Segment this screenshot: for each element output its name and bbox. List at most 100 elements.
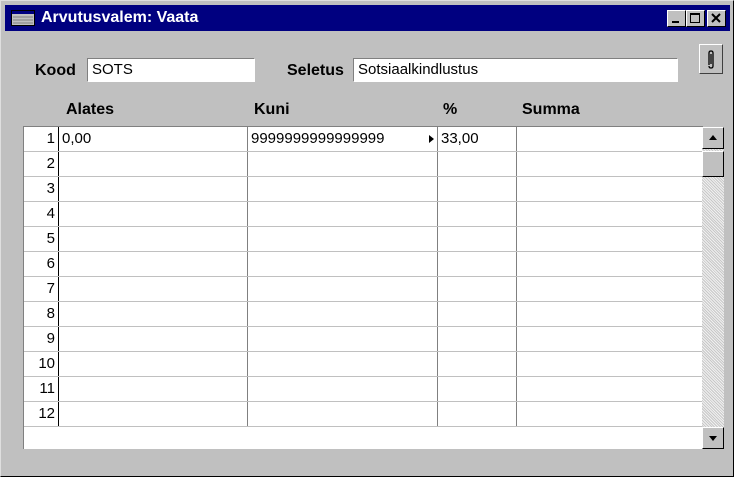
table-row[interactable]: 1 0,00 9999999999999999 33,00	[24, 127, 702, 152]
column-header-percent: %	[443, 101, 458, 118]
kuni-cell[interactable]	[248, 352, 438, 376]
kuni-cell[interactable]	[248, 402, 438, 426]
window-title: Arvutusvalem: Vaata	[41, 9, 199, 26]
kuni-cell[interactable]	[248, 177, 438, 201]
alates-cell[interactable]	[59, 152, 248, 176]
kuni-cell[interactable]	[248, 302, 438, 326]
close-icon	[711, 13, 721, 23]
scroll-up-button[interactable]	[702, 127, 724, 149]
percent-cell[interactable]	[438, 402, 517, 426]
column-header-alates: Alates	[66, 101, 115, 118]
percent-cell[interactable]	[438, 252, 517, 276]
table-row[interactable]: 7	[24, 277, 702, 302]
column-header-kuni: Kuni	[254, 101, 290, 118]
alates-cell[interactable]	[59, 177, 248, 201]
row-number: 2	[24, 152, 59, 176]
percent-cell[interactable]	[438, 277, 517, 301]
kuni-cell[interactable]	[248, 227, 438, 251]
window-icon	[11, 10, 35, 26]
alates-cell[interactable]	[59, 252, 248, 276]
row-number: 5	[24, 227, 59, 251]
table-row[interactable]: 11	[24, 377, 702, 402]
summa-cell[interactable]	[517, 152, 702, 176]
summa-cell[interactable]	[517, 252, 702, 276]
minimize-button[interactable]	[667, 10, 686, 27]
percent-cell[interactable]: 33,00	[438, 127, 517, 151]
alates-cell[interactable]	[59, 277, 248, 301]
alates-cell[interactable]	[59, 352, 248, 376]
table-row[interactable]: 2	[24, 152, 702, 177]
summa-cell[interactable]	[517, 352, 702, 376]
kuni-cell[interactable]	[248, 327, 438, 351]
row-number: 12	[24, 402, 59, 426]
summa-cell[interactable]	[517, 227, 702, 251]
row-number: 6	[24, 252, 59, 276]
percent-cell[interactable]	[438, 202, 517, 226]
table-row[interactable]: 6	[24, 252, 702, 277]
alates-cell[interactable]	[59, 377, 248, 401]
table-row[interactable]: 10	[24, 352, 702, 377]
table-row[interactable]: 8	[24, 302, 702, 327]
maximize-button[interactable]	[686, 10, 705, 27]
percent-cell[interactable]	[438, 377, 517, 401]
alates-cell[interactable]	[59, 402, 248, 426]
kood-field[interactable]: SOTS	[87, 58, 255, 82]
overflow-arrow-icon	[429, 135, 434, 143]
paperclip-icon	[708, 50, 714, 69]
row-number: 10	[24, 352, 59, 376]
table-row[interactable]: 12	[24, 402, 702, 427]
summa-cell[interactable]	[517, 377, 702, 401]
percent-cell[interactable]	[438, 227, 517, 251]
kuni-cell[interactable]	[248, 152, 438, 176]
kuni-cell[interactable]	[248, 202, 438, 226]
alates-cell[interactable]	[59, 227, 248, 251]
summa-cell[interactable]	[517, 127, 702, 151]
alates-cell[interactable]	[59, 327, 248, 351]
percent-cell[interactable]	[438, 352, 517, 376]
formula-grid[interactable]: 1 0,00 9999999999999999 33,00 2 3 4 5 6 …	[23, 126, 703, 449]
close-button[interactable]	[707, 10, 726, 27]
table-row[interactable]: 9	[24, 327, 702, 352]
arrow-up-icon	[709, 135, 717, 140]
seletus-field[interactable]: Sotsiaalkindlustus	[353, 58, 678, 82]
scroll-down-button[interactable]	[702, 427, 724, 449]
formula-window: Arvutusvalem: Vaata Kood SOTS Seletus So…	[0, 0, 734, 477]
attach-button[interactable]	[699, 44, 723, 74]
table-row[interactable]: 4	[24, 202, 702, 227]
scroll-thumb[interactable]	[702, 151, 724, 177]
row-number: 4	[24, 202, 59, 226]
minimize-icon	[672, 21, 679, 23]
kuni-cell[interactable]	[248, 277, 438, 301]
row-number: 8	[24, 302, 59, 326]
row-number: 11	[24, 377, 59, 401]
arrow-down-icon	[709, 436, 717, 441]
row-number: 1	[24, 127, 59, 151]
kuni-cell[interactable]: 9999999999999999	[248, 127, 438, 151]
summa-cell[interactable]	[517, 302, 702, 326]
table-row[interactable]: 5	[24, 227, 702, 252]
summa-cell[interactable]	[517, 202, 702, 226]
maximize-icon	[690, 13, 700, 23]
kuni-cell[interactable]	[248, 252, 438, 276]
percent-cell[interactable]	[438, 177, 517, 201]
percent-cell[interactable]	[438, 327, 517, 351]
alates-cell[interactable]	[59, 202, 248, 226]
seletus-label: Seletus	[287, 62, 344, 79]
summa-cell[interactable]	[517, 177, 702, 201]
title-bar[interactable]: Arvutusvalem: Vaata	[5, 5, 730, 31]
percent-cell[interactable]	[438, 152, 517, 176]
column-header-summa: Summa	[522, 101, 580, 118]
kuni-value: 9999999999999999	[251, 130, 385, 147]
summa-cell[interactable]	[517, 327, 702, 351]
summa-cell[interactable]	[517, 402, 702, 426]
row-number: 7	[24, 277, 59, 301]
alates-cell[interactable]: 0,00	[59, 127, 248, 151]
row-number: 3	[24, 177, 59, 201]
alates-cell[interactable]	[59, 302, 248, 326]
summa-cell[interactable]	[517, 277, 702, 301]
row-number: 9	[24, 327, 59, 351]
kuni-cell[interactable]	[248, 377, 438, 401]
table-row[interactable]: 3	[24, 177, 702, 202]
percent-cell[interactable]	[438, 302, 517, 326]
vertical-scrollbar[interactable]	[702, 127, 724, 449]
